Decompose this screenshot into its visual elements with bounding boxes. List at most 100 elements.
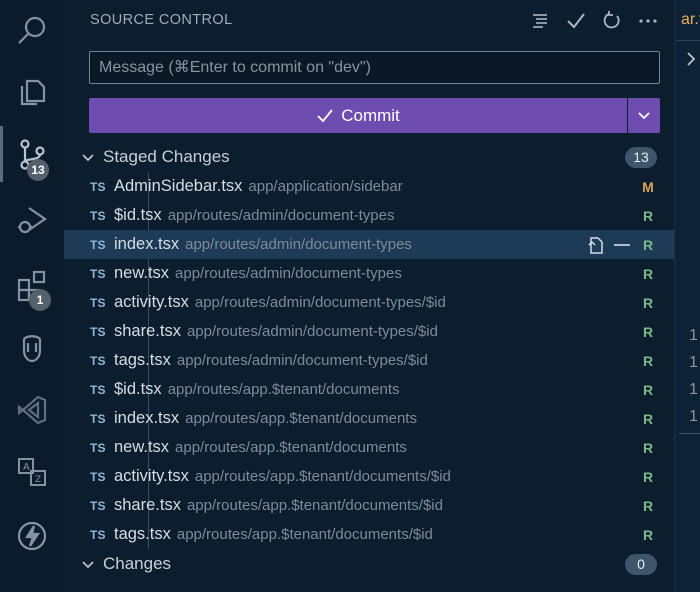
file-name: $id.tsx app/routes/admin/document-types	[114, 206, 394, 225]
file-name-text: activity.tsx	[114, 467, 189, 485]
file-name: share.tsx app/routes/app.$tenant/document…	[114, 496, 443, 515]
line-number: 1	[689, 381, 698, 398]
file-path: app/routes/app.$tenant/documents	[167, 381, 400, 398]
typescript-file-icon: TS	[90, 440, 106, 455]
activity-visual-studio[interactable]	[0, 380, 64, 440]
typescript-file-icon: TS	[90, 382, 106, 397]
staged-file-row[interactable]: TS index.tsx app/routes/admin/document-typ…	[64, 230, 674, 259]
changes-label: Changes	[103, 554, 172, 573]
staged-file-row[interactable]: TS $id.tsx app/routes/admin/document-types…	[64, 201, 674, 230]
file-name: AdminSidebar.tsx app/application/sidebar	[114, 177, 403, 196]
file-name: share.tsx app/routes/admin/document-types…	[114, 322, 438, 341]
chevron-down-icon	[82, 561, 94, 569]
staged-file-row[interactable]: TS activity.tsx app/routes/admin/document-…	[64, 288, 674, 317]
more-icon	[639, 19, 657, 23]
file-path: app/routes/admin/document-types/$id	[176, 352, 428, 369]
file-status: R	[642, 439, 654, 456]
commit-button[interactable]: Commit	[89, 98, 627, 133]
file-path: app/routes/app.$tenant/documents	[175, 439, 407, 456]
activity-search[interactable]	[0, 0, 64, 60]
search-icon	[18, 16, 46, 44]
file-name-text: new.tsx	[114, 438, 170, 456]
file-name: index.tsx app/routes/admin/document-types	[114, 235, 412, 254]
staged-file-row[interactable]: TS tags.tsx app/routes/admin/document-type…	[64, 346, 674, 375]
file-status: R	[642, 236, 654, 253]
file-name-text: $id.tsx	[114, 380, 162, 398]
file-name: new.tsx app/routes/app.$tenant/documents	[114, 438, 407, 457]
activity-lightning[interactable]	[0, 506, 64, 566]
staged-changes-label: Staged Changes	[103, 147, 230, 166]
staged-file-row[interactable]: TS new.tsx app/routes/admin/document-types…	[64, 259, 674, 288]
file-name: index.tsx app/routes/app.$tenant/document…	[114, 409, 417, 428]
activity-extensions[interactable]: 1	[0, 256, 64, 316]
file-status: R	[642, 526, 654, 543]
row-actions	[586, 235, 632, 255]
activity-run-debug[interactable]	[0, 190, 64, 250]
panel-header-actions	[528, 8, 660, 34]
activity-explorer[interactable]	[0, 62, 64, 122]
file-path: app/routes/admin/document-types/$id	[194, 294, 446, 311]
explorer-icon	[20, 79, 46, 106]
staged-file-row[interactable]: TS share.tsx app/routes/app.$tenant/docume…	[64, 491, 674, 520]
file-name-text: AdminSidebar.tsx	[114, 177, 243, 195]
typescript-file-icon: TS	[90, 295, 106, 310]
svg-text:A: A	[23, 462, 30, 473]
typescript-file-icon: TS	[90, 208, 106, 223]
file-name: activity.tsx app/routes/app.$tenant/docum…	[114, 467, 451, 486]
file-status: R	[642, 381, 654, 398]
staged-file-row[interactable]: TS share.tsx app/routes/admin/document-typ…	[64, 317, 674, 346]
file-path: app/routes/app.$tenant/documents/$id	[176, 526, 433, 543]
file-path: app/routes/app.$tenant/documents/$id	[194, 468, 451, 485]
source-control-panel: SOURCE CONTROL Commit	[64, 0, 674, 592]
file-status: R	[642, 323, 654, 340]
activity-database[interactable]	[0, 318, 64, 378]
staged-file-row[interactable]: TS activity.tsx app/routes/app.$tenant/doc…	[64, 462, 674, 491]
editor-tab-title[interactable]: ar.t	[681, 11, 700, 29]
refresh-icon	[603, 11, 620, 29]
changes-header[interactable]: Changes 0	[64, 550, 674, 578]
file-path: app/routes/admin/document-types	[167, 207, 395, 224]
typescript-file-icon: TS	[90, 498, 106, 513]
tab-divider	[675, 40, 700, 41]
refresh-button[interactable]	[600, 8, 624, 34]
unstage-icon[interactable]	[612, 235, 632, 255]
panel-title: SOURCE CONTROL	[90, 12, 233, 28]
file-name-text: index.tsx	[114, 409, 180, 427]
file-status: R	[642, 207, 654, 224]
commit-check-button[interactable]	[564, 8, 588, 34]
commit-dropdown-button[interactable]	[628, 98, 660, 133]
staged-file-row[interactable]: TS $id.tsx app/routes/app.$tenant/document…	[64, 375, 674, 404]
commit-message-input[interactable]	[89, 51, 660, 84]
staged-file-row[interactable]: TS AdminSidebar.tsx app/application/sideba…	[64, 172, 674, 201]
file-status: R	[642, 497, 654, 514]
view-as-tree-button[interactable]	[528, 8, 552, 34]
chevron-right-icon[interactable]	[684, 50, 698, 68]
chevron-down-icon	[82, 154, 94, 162]
source-control-badge: 13	[27, 159, 49, 181]
staged-changes-count: 13	[625, 146, 657, 168]
staged-file-row[interactable]: TS tags.tsx app/routes/app.$tenant/documen…	[64, 520, 674, 549]
chevron-down-icon	[638, 111, 650, 119]
typescript-file-icon: TS	[90, 411, 106, 426]
staged-changes-header[interactable]: Staged Changes 13	[64, 143, 674, 171]
changes-count: 0	[625, 553, 657, 575]
file-name-text: activity.tsx	[114, 293, 189, 311]
file-name: new.tsx app/routes/admin/document-types	[114, 264, 402, 283]
open-file-icon[interactable]	[586, 235, 606, 255]
staged-file-row[interactable]: TS new.tsx app/routes/app.$tenant/document…	[64, 433, 674, 462]
editor-area: ar.t 1 1 1 1	[674, 0, 700, 592]
extensions-badge: 1	[29, 289, 51, 311]
activity-source-control[interactable]: 13	[0, 124, 64, 184]
file-name-text: share.tsx	[114, 322, 181, 340]
more-actions-button[interactable]	[636, 8, 660, 34]
typescript-file-icon: TS	[90, 353, 106, 368]
activity-translate[interactable]: A Z	[0, 442, 64, 502]
file-name-text: tags.tsx	[114, 351, 171, 369]
file-name-text: index.tsx	[114, 235, 180, 253]
check-icon	[567, 13, 585, 29]
file-status: R	[642, 294, 654, 311]
file-path: app/routes/admin/document-types/$id	[186, 323, 438, 340]
line-number: 1	[689, 327, 698, 344]
line-number: 1	[689, 408, 698, 425]
staged-file-row[interactable]: TS index.tsx app/routes/app.$tenant/docume…	[64, 404, 674, 433]
